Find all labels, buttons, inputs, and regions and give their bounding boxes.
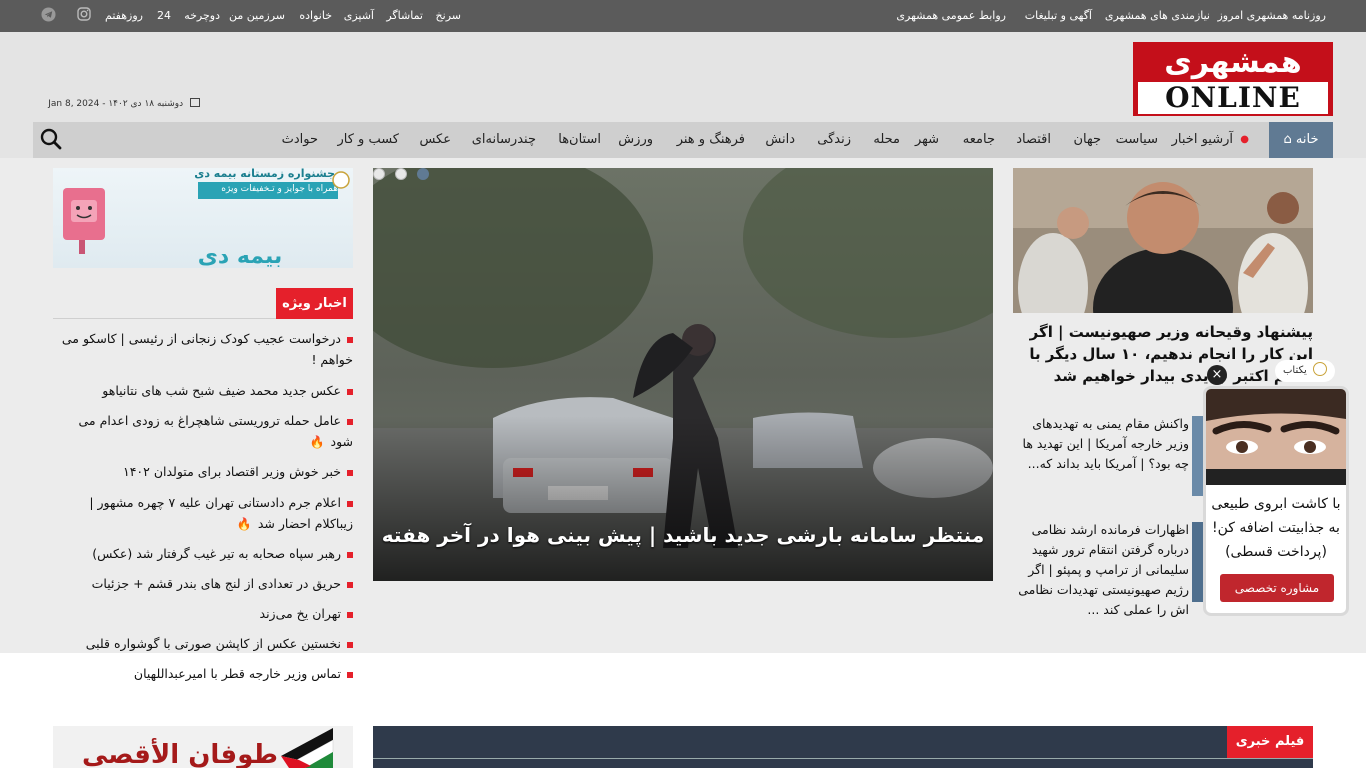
ad-title: جشنواره زمستانه بیمه دی: [194, 168, 335, 180]
topbar-link-khanevade[interactable]: خانواده: [299, 9, 332, 22]
nav-items: ● آرشیو اخبار سیاست جهان اقتصاد جامعه شه…: [33, 122, 1269, 158]
popup-ad-image: [1206, 389, 1346, 485]
fire-icon: 🔥: [236, 517, 252, 531]
fire-icon: 🔥: [309, 435, 325, 449]
badge-text: یکتاب: [1283, 365, 1307, 376]
nav-item-life[interactable]: زندگی: [817, 122, 851, 158]
nav-item-world[interactable]: جهان: [1073, 122, 1101, 158]
special-news-item[interactable]: خبر خوش وزیر اقتصاد برای متولدان ۱۴۰۲: [60, 461, 353, 482]
hero-title[interactable]: منتظر سامانه بارشی جدید باشید | پیش بینی…: [373, 510, 993, 560]
ad-banner-bimeh-dey[interactable]: جشنواره زمستانه بیمه دی همراه با جوایز و…: [53, 168, 353, 268]
topbar-link-sarzamin[interactable]: سرزمین من: [229, 9, 285, 22]
bullet-icon: [347, 336, 353, 343]
bullet-icon: [347, 500, 353, 507]
nav-item-culture[interactable]: فرهنگ و هنر: [677, 122, 745, 158]
popup-text: با کاشت ابروی طبیعی به جذابیتت اضافه کن!…: [1211, 496, 1341, 560]
nav-separator: ●: [1240, 134, 1249, 145]
telegram-icon[interactable]: [40, 7, 56, 23]
topbar-link-sarnakh[interactable]: سرنخ: [436, 9, 461, 22]
search-icon[interactable]: [40, 128, 62, 150]
nav-item-photo[interactable]: عکس: [419, 122, 451, 158]
topbar-link-tamashagar[interactable]: تماشاگر: [386, 9, 423, 22]
special-news-item[interactable]: حریق در تعدادی از لنج های بندر قشم + جزئ…: [60, 573, 353, 594]
bullet-icon: [347, 581, 353, 588]
bullet-icon: [347, 551, 353, 558]
topbar-link-24[interactable]: 24: [157, 9, 171, 22]
nav-item-city[interactable]: شهر: [915, 122, 939, 158]
special-news-heading: اخبار ویژه: [276, 288, 353, 319]
bullet-icon: [347, 418, 353, 425]
site-logo[interactable]: همشهری ONLINE: [1133, 42, 1333, 116]
special-news-item[interactable]: رهبر سپاه صحابه به تیر غیب گرفتار شد (عک…: [60, 543, 353, 564]
logo-persian-text: همشهری: [1164, 45, 1302, 80]
badge-icon: [1312, 362, 1327, 376]
topbar-link-ads[interactable]: آگهی و تبلیغات: [1025, 9, 1092, 22]
popup-badge: یکتاب: [1275, 360, 1335, 382]
film-news-heading[interactable]: فیلم خبری: [1227, 726, 1313, 758]
topbar-link-classifieds[interactable]: نیازمندی های همشهری: [1105, 9, 1210, 22]
logo-online-text: ONLINE: [1138, 82, 1328, 114]
nav-item-archive[interactable]: آرشیو اخبار: [1172, 122, 1233, 158]
nav-item-provinces[interactable]: استان‌ها: [558, 122, 601, 158]
ad-subtitle: همراه با جوایز و تـخفیفات ویژه: [221, 184, 338, 194]
side-news-title[interactable]: پیشنهاد وقیحانه وزیر صهیونیست | اگر این …: [1013, 321, 1313, 387]
nav-item-science[interactable]: دانش: [765, 122, 795, 158]
consult-button[interactable]: مشاوره تخصصی: [1220, 574, 1334, 602]
bullet-icon: [347, 611, 353, 618]
special-news-item[interactable]: تهران یخ می‌زند: [60, 603, 353, 624]
bullet-icon: [347, 388, 353, 395]
bullet-icon: [347, 671, 353, 678]
topbar-link-docharkhe[interactable]: دوچرخه: [184, 9, 220, 22]
special-news-item[interactable]: درخواست عجیب کودک زنجانی از رئیسی | کاسک…: [60, 328, 353, 370]
special-news-item[interactable]: تماس وزیر خارجه قطر با امیرعبداللهیان: [60, 663, 353, 684]
nav-item-neighborhood[interactable]: محله: [873, 122, 900, 158]
instagram-icon[interactable]: [76, 7, 92, 23]
bullet-icon: [347, 641, 353, 648]
home-icon: ⌂: [1283, 132, 1292, 147]
special-news-item[interactable]: عکس جدید محمد ضیف شبح شب های نتانیاهو: [60, 380, 353, 401]
nav-home[interactable]: ⌂ خانه: [1269, 122, 1333, 158]
topbar-link-pr[interactable]: روابط عمومی همشهری: [896, 9, 1006, 22]
film-news-divider: [373, 758, 1313, 759]
date-text: دوشنبه ۱۸ دی ۱۴۰۲ - Jan 8, 2024: [48, 99, 184, 109]
side-news-image[interactable]: [1013, 168, 1313, 313]
slider-dot[interactable]: [373, 168, 385, 180]
close-icon[interactable]: ×: [1207, 365, 1227, 385]
side-news-item[interactable]: اظهارات فرمانده ارشد نظامی درباره گرفتن …: [1013, 520, 1189, 620]
nav-item-incidents[interactable]: حوادث: [282, 122, 318, 158]
special-news-item[interactable]: اعلام جرم دادستانی تهران علیه ۷ چهره مشه…: [60, 492, 353, 535]
topbar-link-ashpazi[interactable]: آشپزی: [344, 9, 374, 22]
nav-item-sports[interactable]: ورزش: [618, 122, 653, 158]
nav-item-multimedia[interactable]: چندرسانه‌ای: [472, 122, 536, 158]
ad-brand: بیمه دی: [197, 244, 283, 268]
topbar-link-rooz-haftom[interactable]: روزهفتم: [105, 9, 143, 22]
calendar-icon: [190, 98, 200, 107]
nav-item-society[interactable]: جامعه: [963, 122, 995, 158]
slider-dot[interactable]: [395, 168, 407, 180]
nav-item-business[interactable]: کسب و کار: [337, 122, 399, 158]
ad-banner-al-aqsa[interactable]: طوفان الأقصى: [53, 726, 353, 768]
special-news-item[interactable]: عامل حمله تروریستی شاهچراغ به زودی اعدام…: [60, 410, 353, 453]
nav-item-politics[interactable]: سیاست: [1116, 122, 1158, 158]
nav-home-label: خانه: [1295, 132, 1319, 147]
film-news-section: [373, 726, 1313, 768]
nav-item-economy[interactable]: اقتصاد: [1016, 122, 1051, 158]
ad-al-aqsa-text: طوفان الأقصى: [81, 740, 278, 768]
special-news-item[interactable]: نخستین عکس از کاپشن صورتی با گوشواره قلب…: [60, 633, 353, 654]
side-news-item[interactable]: واکنش مقام یمنی به تهدیدهای وزیر خارجه آ…: [1013, 414, 1189, 474]
topbar-link-daily-paper[interactable]: روزنامه همشهری امروز: [1218, 9, 1327, 22]
slider-dot-active[interactable]: [417, 168, 429, 180]
bullet-icon: [347, 469, 353, 476]
date-display: دوشنبه ۱۸ دی ۱۴۰۲ - Jan 8, 2024: [30, 98, 200, 112]
